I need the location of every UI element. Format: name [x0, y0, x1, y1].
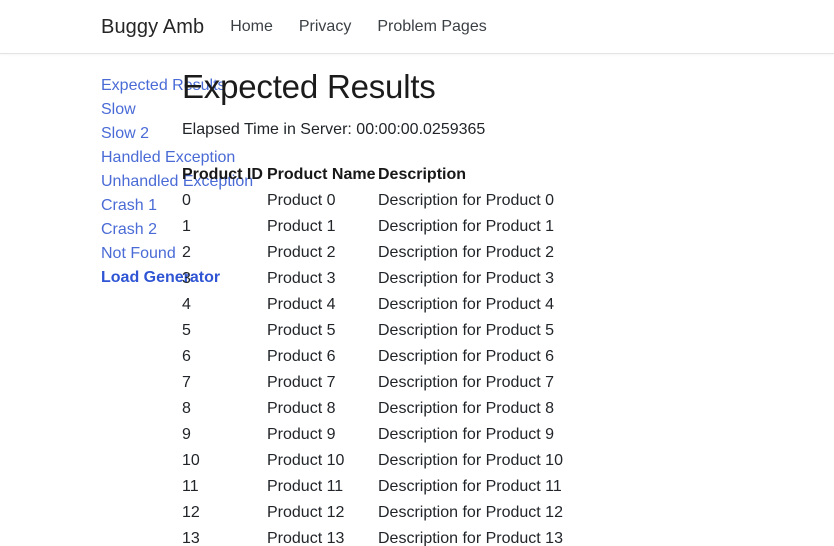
cell-product-name: Product 2 [267, 240, 378, 266]
cell-description: Description for Product 2 [378, 240, 563, 266]
cell-description: Description for Product 6 [378, 344, 563, 370]
products-table-head: Product ID Product Name Description [182, 162, 563, 188]
sidebar-item-load-generator[interactable]: Load Generator [101, 266, 180, 290]
sidebar-item-unhandled-exception[interactable]: Unhandled Exception [101, 170, 180, 194]
cell-product-name: Product 5 [267, 318, 378, 344]
nav-link-home[interactable]: Home [230, 19, 273, 35]
table-row: 0Product 0Description for Product 0 [182, 188, 563, 214]
primary-nav: Home Privacy Problem Pages [230, 19, 487, 35]
sidebar-item-crash-2[interactable]: Crash 2 [101, 218, 180, 242]
cell-description: Description for Product 11 [378, 474, 563, 500]
column-header-description: Description [378, 162, 563, 188]
cell-description: Description for Product 9 [378, 422, 563, 448]
top-navbar: Buggy Amb Home Privacy Problem Pages [0, 0, 834, 54]
table-row: 10Product 10Description for Product 10 [182, 448, 563, 474]
table-row: 7Product 7Description for Product 7 [182, 370, 563, 396]
cell-product-name: Product 4 [267, 292, 378, 318]
cell-product-id: 11 [182, 474, 267, 500]
cell-product-id: 7 [182, 370, 267, 396]
cell-product-id: 10 [182, 448, 267, 474]
nav-link-problem-pages[interactable]: Problem Pages [377, 19, 486, 35]
table-row: 1Product 1Description for Product 1 [182, 214, 563, 240]
table-row: 13Product 13Description for Product 13 [182, 526, 563, 546]
cell-product-name: Product 13 [267, 526, 378, 546]
cell-product-name: Product 1 [267, 214, 378, 240]
table-header-row: Product ID Product Name Description [182, 162, 563, 188]
sidebar-item-slow[interactable]: Slow [101, 98, 180, 122]
cell-product-id: 13 [182, 526, 267, 546]
table-row: 9Product 9Description for Product 9 [182, 422, 563, 448]
cell-description: Description for Product 3 [378, 266, 563, 292]
cell-product-name: Product 11 [267, 474, 378, 500]
brand-link[interactable]: Buggy Amb [101, 17, 204, 37]
cell-product-name: Product 7 [267, 370, 378, 396]
cell-product-id: 2 [182, 240, 267, 266]
cell-product-id: 12 [182, 500, 267, 526]
table-row: 12Product 12Description for Product 12 [182, 500, 563, 526]
page-body: Expected Results Slow Slow 2 Handled Exc… [0, 54, 834, 546]
table-row: 5Product 5Description for Product 5 [182, 318, 563, 344]
main-content: Expected Results Elapsed Time in Server:… [180, 54, 834, 546]
sidebar-item-expected-results[interactable]: Expected Results [101, 74, 180, 98]
page-title: Expected Results [182, 68, 834, 106]
nav-link-privacy[interactable]: Privacy [299, 19, 351, 35]
table-row: 8Product 8Description for Product 8 [182, 396, 563, 422]
cell-product-name: Product 9 [267, 422, 378, 448]
cell-product-id: 6 [182, 344, 267, 370]
cell-product-name: Product 3 [267, 266, 378, 292]
cell-description: Description for Product 4 [378, 292, 563, 318]
sidebar-item-not-found[interactable]: Not Found [101, 242, 180, 266]
sidebar-item-handled-exception[interactable]: Handled Exception [101, 146, 180, 170]
cell-product-id: 0 [182, 188, 267, 214]
cell-product-id: 5 [182, 318, 267, 344]
column-header-product-id: Product ID [182, 162, 267, 188]
cell-product-name: Product 8 [267, 396, 378, 422]
cell-description: Description for Product 0 [378, 188, 563, 214]
table-row: 2Product 2Description for Product 2 [182, 240, 563, 266]
table-row: 4Product 4Description for Product 4 [182, 292, 563, 318]
table-row: 3Product 3Description for Product 3 [182, 266, 563, 292]
cell-description: Description for Product 8 [378, 396, 563, 422]
cell-product-id: 4 [182, 292, 267, 318]
cell-description: Description for Product 1 [378, 214, 563, 240]
cell-product-id: 9 [182, 422, 267, 448]
cell-product-id: 3 [182, 266, 267, 292]
cell-product-name: Product 6 [267, 344, 378, 370]
cell-product-name: Product 10 [267, 448, 378, 474]
table-row: 6Product 6Description for Product 6 [182, 344, 563, 370]
sidebar: Expected Results Slow Slow 2 Handled Exc… [0, 54, 180, 546]
products-table: Product ID Product Name Description 0Pro… [182, 162, 563, 546]
cell-description: Description for Product 5 [378, 318, 563, 344]
sidebar-item-crash-1[interactable]: Crash 1 [101, 194, 180, 218]
cell-description: Description for Product 13 [378, 526, 563, 546]
cell-product-name: Product 0 [267, 188, 378, 214]
sidebar-item-slow-2[interactable]: Slow 2 [101, 122, 180, 146]
cell-product-id: 8 [182, 396, 267, 422]
elapsed-time-label: Elapsed Time in Server: 00:00:00.0259365 [182, 120, 834, 140]
products-table-body: 0Product 0Description for Product 01Prod… [182, 188, 563, 546]
cell-description: Description for Product 12 [378, 500, 563, 526]
cell-description: Description for Product 7 [378, 370, 563, 396]
table-row: 11Product 11Description for Product 11 [182, 474, 563, 500]
cell-product-id: 1 [182, 214, 267, 240]
cell-product-name: Product 12 [267, 500, 378, 526]
column-header-product-name: Product Name [267, 162, 378, 188]
cell-description: Description for Product 10 [378, 448, 563, 474]
